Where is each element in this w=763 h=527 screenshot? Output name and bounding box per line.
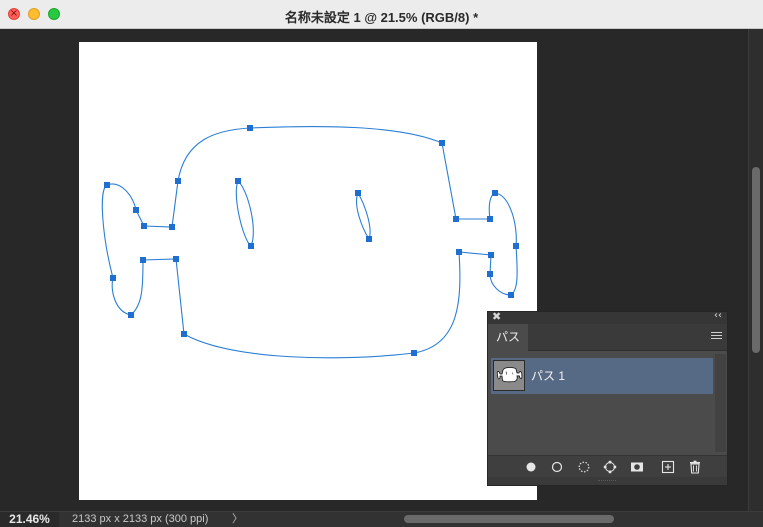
path-outline-eye-right [356,191,371,241]
anchor-point[interactable] [411,350,417,356]
paths-list-scrollbar[interactable] [715,354,726,452]
document-info: 2133 px x 2133 px (300 ppi) [72,513,209,525]
anchor-point[interactable] [366,236,372,242]
anchor-point[interactable] [439,140,445,146]
anchor-point[interactable] [181,331,187,337]
anchor-point[interactable] [248,243,254,249]
make-work-path-icon[interactable] [603,460,617,474]
panel-header-bar[interactable]: ✖ ‹‹ [488,310,727,324]
vertical-scrollbar[interactable] [748,29,763,511]
status-menu-arrow[interactable]: 〉 [232,512,243,527]
panel-close-icon[interactable]: ✖ [492,310,501,323]
path-outline-main [101,125,518,359]
path-thumbnail [493,360,525,391]
tab-paths[interactable]: パス [488,324,528,351]
panel-resize-grip[interactable] [488,477,727,485]
status-bar: 21.46% 2133 px x 2133 px (300 ppi) 〉 [0,511,763,527]
horizontal-scroll-thumb[interactable] [404,515,614,523]
panel-menu-icon[interactable] [711,332,722,342]
anchor-point[interactable] [235,178,241,184]
path-outline-eye-left [235,180,254,247]
anchor-point[interactable] [456,249,462,255]
paths-panel: ✖ ‹‹ パス パス 1 [487,310,728,486]
anchor-point[interactable] [487,271,493,277]
anchor-point[interactable] [355,190,361,196]
panel-tab-row: パス [488,324,727,351]
anchor-point[interactable] [140,257,146,263]
anchor-point[interactable] [128,312,134,318]
anchor-point[interactable] [508,292,514,298]
anchor-point[interactable] [110,275,116,281]
panel-footer [488,455,727,478]
new-path-icon[interactable] [661,460,675,474]
anchor-point[interactable] [488,252,494,258]
anchor-point[interactable] [175,178,181,184]
load-selection-icon[interactable] [577,460,591,474]
anchor-point[interactable] [141,223,147,229]
anchor-point[interactable] [169,224,175,230]
anchor-point[interactable] [492,190,498,196]
anchor-point[interactable] [513,243,519,249]
anchor-point[interactable] [487,216,493,222]
anchor-point[interactable] [453,216,459,222]
zoom-level[interactable]: 21.46% [0,512,59,527]
stroke-path-icon[interactable] [550,460,564,474]
path-thumbnail-icon [496,367,523,383]
vertical-scroll-thumb[interactable] [752,167,760,353]
anchor-point[interactable] [104,182,110,188]
path-list-item[interactable]: パス 1 [491,358,713,394]
panel-collapse-icon[interactable]: ‹‹ [714,310,722,321]
anchor-point[interactable] [133,207,139,213]
add-mask-icon[interactable] [630,460,644,474]
path-name-label: パス 1 [531,369,566,383]
anchor-point[interactable] [173,256,179,262]
anchor-point[interactable] [247,125,253,131]
fill-path-icon[interactable] [524,460,538,474]
delete-path-icon[interactable] [688,460,702,474]
